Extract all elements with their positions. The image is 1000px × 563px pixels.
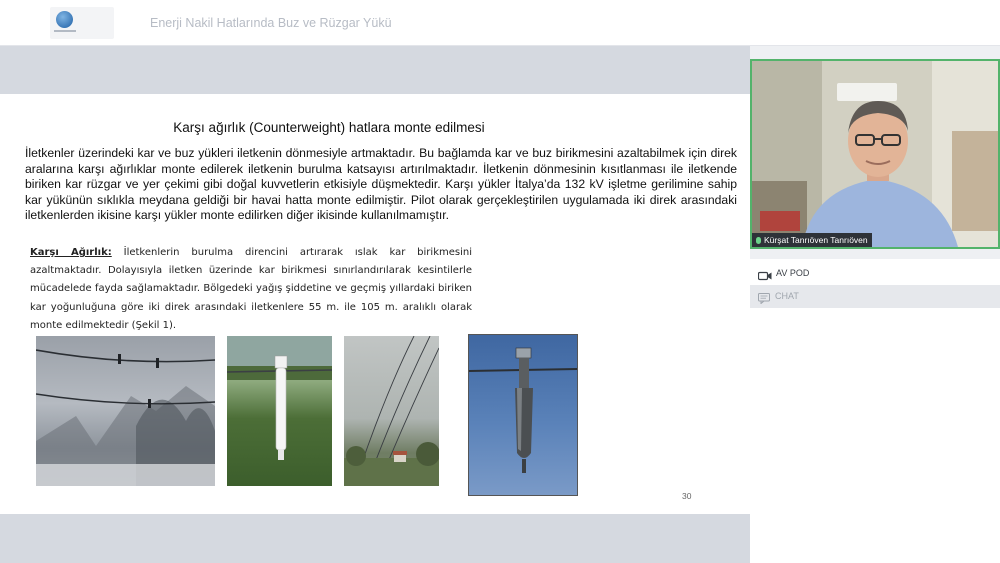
photo-snowy-conductors xyxy=(36,336,215,486)
paragraph-text: İletkenlerin burulma direncini artırarak… xyxy=(30,247,472,331)
counterweight-sky-image xyxy=(469,347,577,473)
right-panel: Kürşat Tanrıöven Tanrıöven AV POD CHAT xyxy=(750,46,1000,563)
counterweight-closeup-image xyxy=(227,336,332,460)
logo-caption xyxy=(54,30,76,32)
video-strip: Kürşat Tanrıöven Tanrıöven xyxy=(750,46,1000,259)
slide-page-number: 30 xyxy=(682,491,692,501)
chat-tab[interactable]: CHAT xyxy=(750,285,1000,308)
stage-bottom-margin xyxy=(0,514,750,563)
speaker-video[interactable]: Kürşat Tanrıöven Tanrıöven xyxy=(750,59,1000,249)
app-title: Enerji Nakil Hatlarında Buz ve Rüzgar Yü… xyxy=(150,16,392,30)
slide-intro-text: İletkenler üzerindeki kar ve buz yükleri… xyxy=(25,146,737,222)
globe-icon xyxy=(56,11,73,28)
globe-logo-icon[interactable] xyxy=(50,7,114,39)
presentation-slide: Karşı ağırlık (Counterweight) hatlara mo… xyxy=(0,94,750,514)
speaker-name-label: Kürşat Tanrıöven Tanrıöven xyxy=(752,233,872,247)
photo-counterweight-closeup xyxy=(227,336,332,486)
chat-label: CHAT xyxy=(775,291,799,301)
microphone-icon xyxy=(756,237,761,244)
photo-overhead-lines xyxy=(344,336,439,486)
av-pod-label: AV POD xyxy=(776,268,810,278)
top-header: Enerji Nakil Hatlarında Buz ve Rüzgar Yü… xyxy=(0,0,1000,46)
chat-bubble-icon xyxy=(758,291,770,309)
snowy-conductors-image xyxy=(36,349,215,486)
speaker-video-image xyxy=(752,61,998,247)
overhead-lines-image xyxy=(344,336,439,486)
video-camera-icon xyxy=(757,268,772,286)
presentation-stage: Karşı ağırlık (Counterweight) hatlara mo… xyxy=(0,46,750,563)
slide-body-paragraph: Karşı Ağırlık: İletkenlerin burulma dire… xyxy=(30,244,472,335)
slide-title: Karşı ağırlık (Counterweight) hatlara mo… xyxy=(173,120,485,135)
speaker-name: Kürşat Tanrıöven Tanrıöven xyxy=(764,235,868,245)
photo-counterweight-sky xyxy=(468,334,578,496)
paragraph-lead: Karşı Ağırlık: xyxy=(30,247,112,258)
av-pod-tab[interactable]: AV POD xyxy=(750,261,1000,285)
app-window: Enerji Nakil Hatlarında Buz ve Rüzgar Yü… xyxy=(0,0,1000,563)
